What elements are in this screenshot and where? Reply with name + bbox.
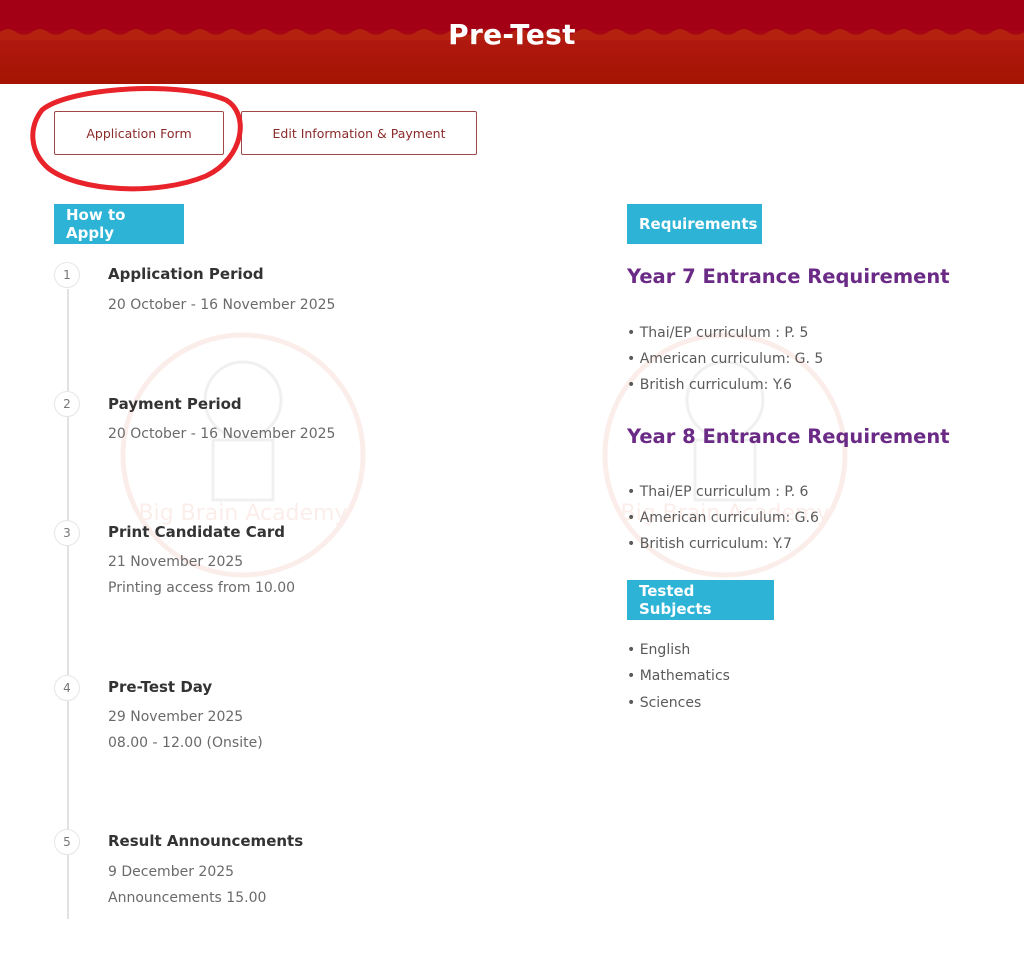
subject-item: • English — [627, 642, 691, 658]
watermark-logo-left: Big Brain Academy — [120, 332, 366, 578]
step-detail: 08.00 - 12.00 (Onsite) — [108, 735, 263, 751]
step-detail: 20 October - 16 November 2025 — [108, 426, 336, 442]
requirement-item: • American curriculum: G.6 — [627, 510, 819, 526]
edit-information-payment-button[interactable]: Edit Information & Payment — [241, 111, 477, 155]
tested-subjects-heading: Tested Subjects — [627, 580, 774, 620]
how-to-apply-heading: How to Apply — [54, 204, 184, 244]
step-detail: 20 October - 16 November 2025 — [108, 297, 336, 313]
requirement-item: • British curriculum: Y.6 — [627, 377, 792, 393]
step-detail: Announcements 15.00 — [108, 890, 267, 906]
year7-requirement-title: Year 7 Entrance Requirement — [627, 265, 950, 288]
requirement-item: • American curriculum: G. 5 — [627, 351, 824, 367]
subject-item: • Mathematics — [627, 668, 730, 684]
step-number: 4 — [54, 675, 80, 701]
requirement-item: • British curriculum: Y.7 — [627, 536, 792, 552]
requirement-item: • Thai/EP curriculum : P. 5 — [627, 325, 809, 341]
step-number: 2 — [54, 391, 80, 417]
step-number: 1 — [54, 262, 80, 288]
step-title: Print Candidate Card — [108, 523, 285, 541]
requirement-item: • Thai/EP curriculum : P. 6 — [627, 484, 809, 500]
step-title: Payment Period — [108, 395, 242, 413]
step-detail: 21 November 2025 — [108, 554, 244, 570]
page-header-banner: Pre-Test — [0, 0, 1024, 84]
step-detail: Printing access from 10.00 — [108, 580, 296, 596]
page-title: Pre-Test — [448, 18, 576, 51]
timeline-line — [67, 289, 69, 919]
step-title: Application Period — [108, 265, 264, 283]
annotation-circle — [30, 86, 243, 192]
year8-requirement-title: Year 8 Entrance Requirement — [627, 425, 950, 448]
step-detail: 9 December 2025 — [108, 864, 235, 880]
step-detail: 29 November 2025 — [108, 709, 244, 725]
step-number: 3 — [54, 520, 80, 546]
step-title: Result Announcements — [108, 832, 304, 850]
requirements-heading: Requirements — [627, 204, 762, 244]
step-number: 5 — [54, 829, 80, 855]
subject-item: • Sciences — [627, 695, 702, 711]
step-title: Pre-Test Day — [108, 678, 213, 696]
